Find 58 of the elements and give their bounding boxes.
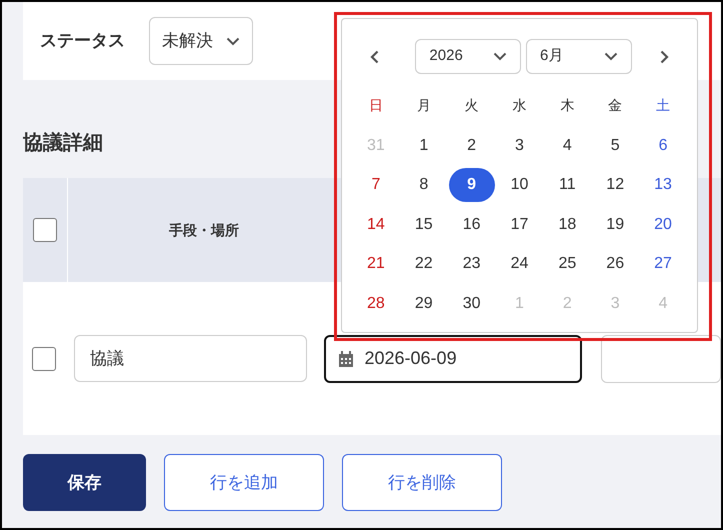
day-cell[interactable]: 5 [592,128,638,163]
day-cell[interactable]: 30 [448,286,495,321]
day-cell[interactable]: 20 [640,208,686,242]
day-cell[interactable]: 15 [400,208,447,242]
day-cell[interactable]: 29 [400,286,447,321]
chevron-down-icon [604,52,618,61]
checkbox[interactable] [33,218,57,242]
day-cell[interactable]: 21 [352,247,399,282]
weekday-label: 日 [368,96,383,114]
status-dropdown[interactable]: 未解決 [149,17,253,65]
day-cell[interactable]: 25 [544,247,590,282]
chevron-down-icon [493,52,507,61]
day-cell[interactable]: 2 [448,128,495,163]
weekday-label: 火 [464,96,479,114]
day-cell[interactable]: 10 [496,168,542,202]
day-cell[interactable]: 4 [544,128,590,163]
day-cell[interactable]: 12 [592,168,638,202]
day-cell[interactable]: 11 [544,168,590,202]
day-cell[interactable]: 3 [496,128,542,163]
weekday-label: 金 [608,96,622,114]
day-cell[interactable]: 8 [400,168,447,202]
input-field[interactable]: 協議 [74,335,306,382]
day-cell[interactable]: 26 [592,247,638,282]
day-cell[interactable]: 22 [400,247,447,282]
column-header: 手段・場所 [169,220,239,240]
chevron-down-icon [226,36,240,46]
day-cell[interactable]: 6 [640,128,686,163]
day-cell[interactable]: 13 [640,168,686,202]
status-label: ステータス [40,30,125,52]
day-cell[interactable]: 7 [352,168,399,202]
day-cell[interactable]: 9 [448,168,495,202]
day-cell[interactable]: 28 [352,286,399,321]
day-cell[interactable]: 19 [592,208,638,242]
action-button[interactable]: 行を追加 [164,454,324,511]
section-title: 協議詳細 [23,130,103,156]
calendar-icon [338,350,352,366]
year-dropdown[interactable]: 2026 [415,39,521,74]
weekday-label: 土 [656,96,670,114]
input-field[interactable] [601,334,721,382]
day-cell[interactable]: 18 [544,208,590,242]
month-dropdown[interactable]: 6月 [526,39,632,74]
day-cell[interactable]: 24 [496,247,542,282]
checkbox[interactable] [32,346,56,370]
action-button[interactable]: 行を削除 [342,454,502,511]
chevron-left-icon [370,50,380,64]
save-button[interactable]: 保存 [23,454,146,511]
day-cell[interactable]: 1 [400,128,447,163]
weekday-label: 月 [416,96,431,114]
day-cell[interactable]: 16 [448,208,495,242]
day-cell[interactable]: 14 [352,208,399,242]
date-field[interactable]: 2026-06-09 [324,334,582,382]
weekday-label: 水 [512,96,526,114]
date-value: 2026-06-09 [364,347,457,370]
day-cell[interactable]: 27 [640,247,686,282]
day-cell[interactable]: 23 [448,247,495,282]
weekday-label: 木 [560,96,574,114]
chevron-right-icon [660,50,669,64]
day-cell[interactable]: 17 [496,208,542,242]
